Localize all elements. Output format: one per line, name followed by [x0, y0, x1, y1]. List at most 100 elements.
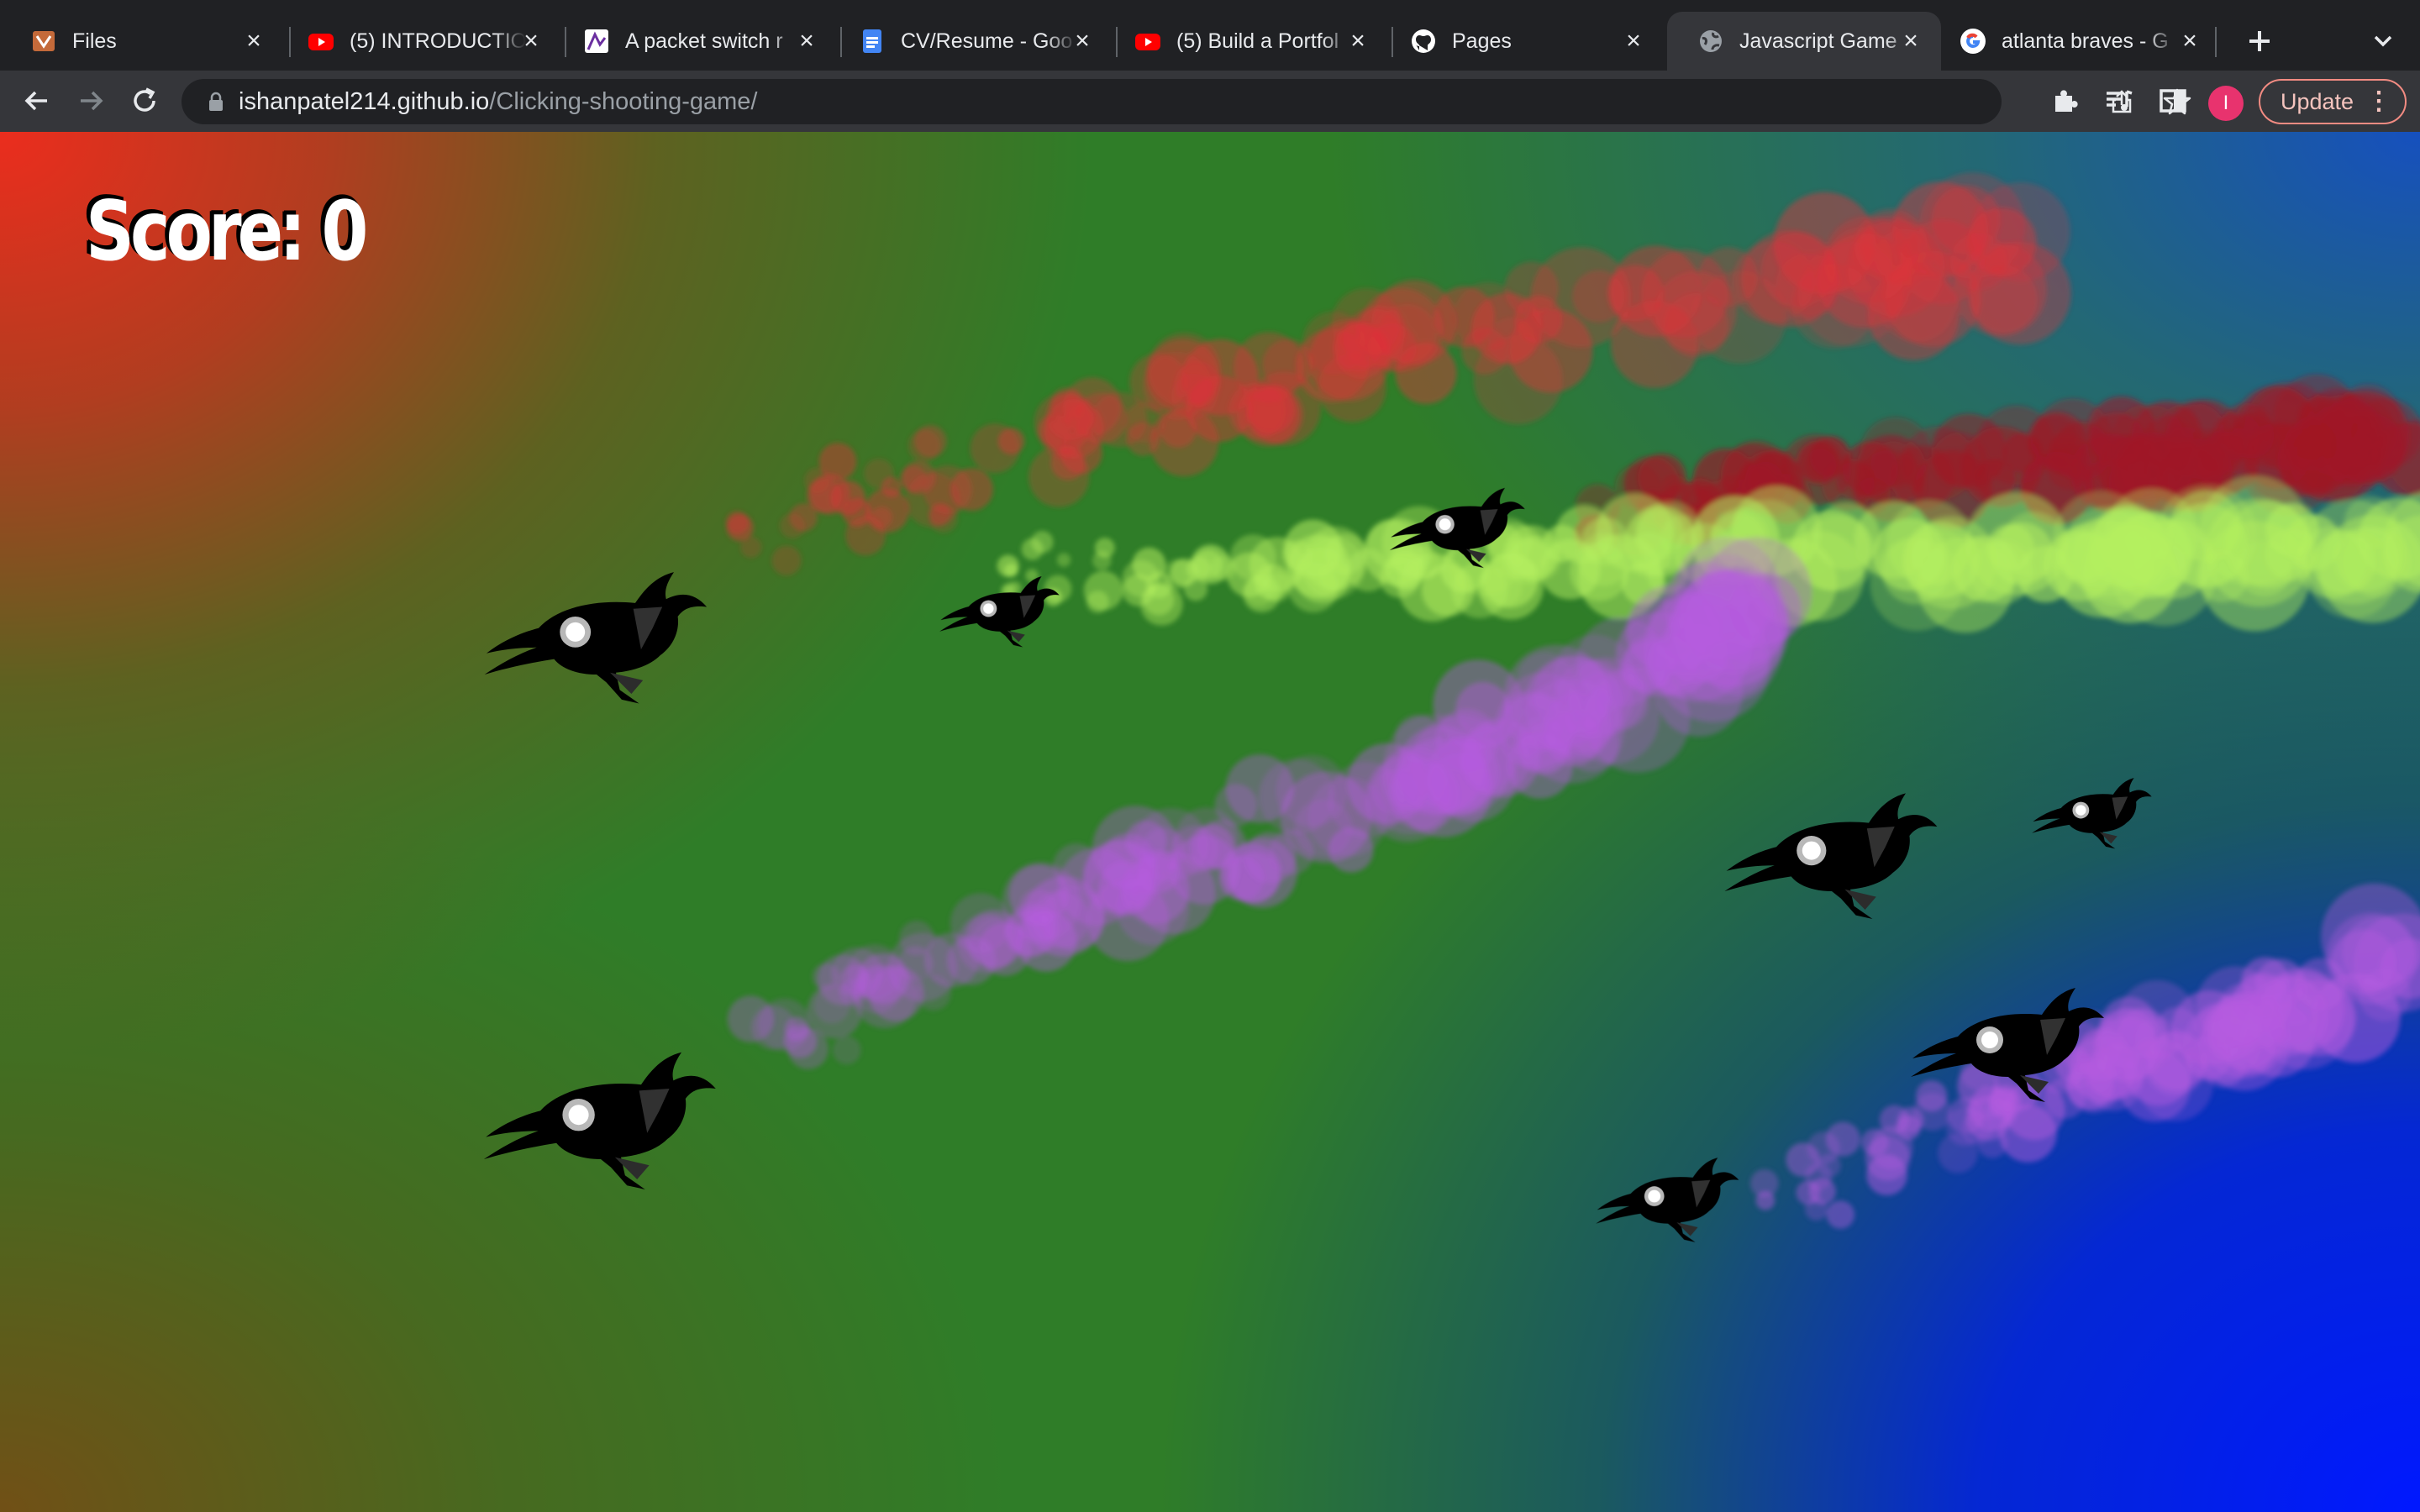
- new-tab-button[interactable]: [2238, 20, 2281, 62]
- trail-particle: [1916, 1080, 1948, 1112]
- close-icon[interactable]: ×: [795, 29, 818, 54]
- trail-particle: [771, 545, 802, 576]
- trail-particle: [1570, 542, 1629, 601]
- site-icon: [583, 28, 610, 55]
- tab-title: (5) Build a Portfol: [1176, 29, 1339, 53]
- url-host: ishanpatel214.github.io: [239, 88, 490, 115]
- tab-introduction[interactable]: (5) INTRODUCTIO ×: [277, 12, 561, 71]
- close-icon[interactable]: ×: [1346, 29, 1370, 54]
- close-icon[interactable]: ×: [1622, 29, 1645, 54]
- tab-search-button[interactable]: [2366, 24, 2400, 57]
- side-panel-button[interactable]: [2153, 81, 2193, 121]
- trail-particle: [1060, 431, 1102, 475]
- trail-particle: [1409, 715, 1512, 816]
- media-control-button[interactable]: [2099, 81, 2139, 121]
- raven-target[interactable]: [1596, 1158, 1739, 1242]
- close-icon[interactable]: ×: [242, 29, 266, 54]
- trail-particle: [1186, 375, 1253, 443]
- chevron-down-icon: [2374, 35, 2392, 47]
- trail-particle: [1607, 265, 1664, 322]
- trail-particle: [1931, 413, 2007, 489]
- tab-title: Javascript Game: [1739, 29, 1897, 53]
- raven-target[interactable]: [483, 1052, 716, 1189]
- more-menu-icon[interactable]: ⋮: [2366, 81, 2391, 123]
- close-icon[interactable]: ×: [519, 29, 543, 54]
- raven-target[interactable]: [1724, 793, 1938, 919]
- trail-particle: [1870, 441, 1916, 486]
- trail-particle: [1919, 172, 2026, 279]
- tab-title: Files: [72, 29, 117, 53]
- trail-particle: [923, 932, 980, 988]
- raven-target[interactable]: [484, 572, 708, 704]
- trail-particle: [1385, 550, 1425, 591]
- trail-particle: [2044, 1078, 2086, 1119]
- game-canvas[interactable]: Score: 0: [0, 132, 2420, 1512]
- back-arrow-icon: [24, 91, 47, 111]
- extensions-button[interactable]: [2045, 81, 2086, 121]
- close-icon[interactable]: ×: [1071, 29, 1094, 54]
- trail-particle: [1186, 556, 1211, 580]
- trail-particle: [1122, 559, 1160, 597]
- forward-button[interactable]: [71, 81, 111, 121]
- trail-particle: [914, 425, 947, 458]
- github-icon: [1410, 28, 1437, 55]
- close-icon[interactable]: ×: [2178, 29, 2202, 54]
- trail-particle: [1478, 554, 1544, 620]
- trail-particle: [2054, 524, 2111, 580]
- url-path: /Clicking-shooting-game/: [489, 88, 758, 115]
- trail-particle: [1801, 516, 1877, 592]
- side-panel-icon: [2160, 89, 2186, 113]
- trail-particle: [1805, 1163, 1833, 1190]
- reload-button[interactable]: [124, 81, 165, 121]
- tab-pages[interactable]: Pages ×: [1380, 12, 1664, 71]
- trail-particle: [1023, 876, 1104, 957]
- raven-target[interactable]: [2032, 778, 2152, 849]
- trail-particle: [1826, 1200, 1855, 1229]
- trail-particle: [1729, 573, 1802, 645]
- trail-particle: [2002, 433, 2044, 473]
- trail-particle: [1865, 1136, 1911, 1181]
- tab-title: Pages: [1452, 29, 1512, 53]
- tab-title: atlanta braves - G: [2002, 29, 2169, 53]
- trail-particle: [902, 460, 936, 495]
- trail-particle: [787, 1028, 829, 1069]
- trail-particle: [1280, 771, 1372, 864]
- update-button[interactable]: Update ⋮: [2259, 79, 2407, 124]
- puzzle-icon: [2055, 90, 2078, 112]
- tab-javascript-game[interactable]: Javascript Game ×: [1667, 12, 1941, 71]
- trail-particle: [2291, 416, 2333, 459]
- trail-particle: [2089, 412, 2145, 468]
- reload-icon: [134, 87, 155, 112]
- trail-particle: [1021, 538, 1044, 560]
- trail-particle: [1904, 516, 1997, 610]
- trail-particle: [1760, 232, 1836, 307]
- tab-title: (5) INTRODUCTIO: [350, 29, 526, 53]
- trail-particle: [2205, 498, 2314, 607]
- trail-particle: [832, 1036, 861, 1065]
- address-bar[interactable]: ishanpatel214.github.io/Clicking-shootin…: [182, 79, 2191, 124]
- google-docs-icon: [859, 28, 886, 55]
- tab-separator: [2215, 27, 2217, 57]
- trail-particle: [1227, 837, 1297, 908]
- trail-particle: [726, 514, 754, 542]
- trail-particle: [1421, 564, 1475, 617]
- close-icon[interactable]: ×: [1899, 29, 1923, 54]
- raven-target[interactable]: [939, 576, 1060, 648]
- back-button[interactable]: [17, 81, 57, 121]
- trail-particle: [1056, 553, 1071, 567]
- trail-particle: [2155, 1006, 2199, 1050]
- trail-particle: [1296, 328, 1370, 402]
- tab-build-portfolio[interactable]: (5) Build a Portfol ×: [1104, 12, 1388, 71]
- tab-cv-resume[interactable]: CV/Resume - Goo ×: [829, 12, 1113, 71]
- trail-particle: [868, 965, 924, 1021]
- trail-particle: [1210, 554, 1236, 581]
- score-display: Score: 0: [86, 184, 368, 280]
- tab-packet-switch[interactable]: A packet switch r ×: [553, 12, 837, 71]
- profile-avatar[interactable]: I: [2208, 86, 2244, 121]
- trail-particle: [1183, 577, 1208, 601]
- trail-particle: [1755, 1190, 1776, 1210]
- lock-icon[interactable]: [205, 91, 227, 113]
- tab-files[interactable]: Files ×: [0, 12, 284, 71]
- tab-atlanta-braves[interactable]: atlanta braves - G ×: [1929, 12, 2220, 71]
- files-icon: [30, 28, 57, 55]
